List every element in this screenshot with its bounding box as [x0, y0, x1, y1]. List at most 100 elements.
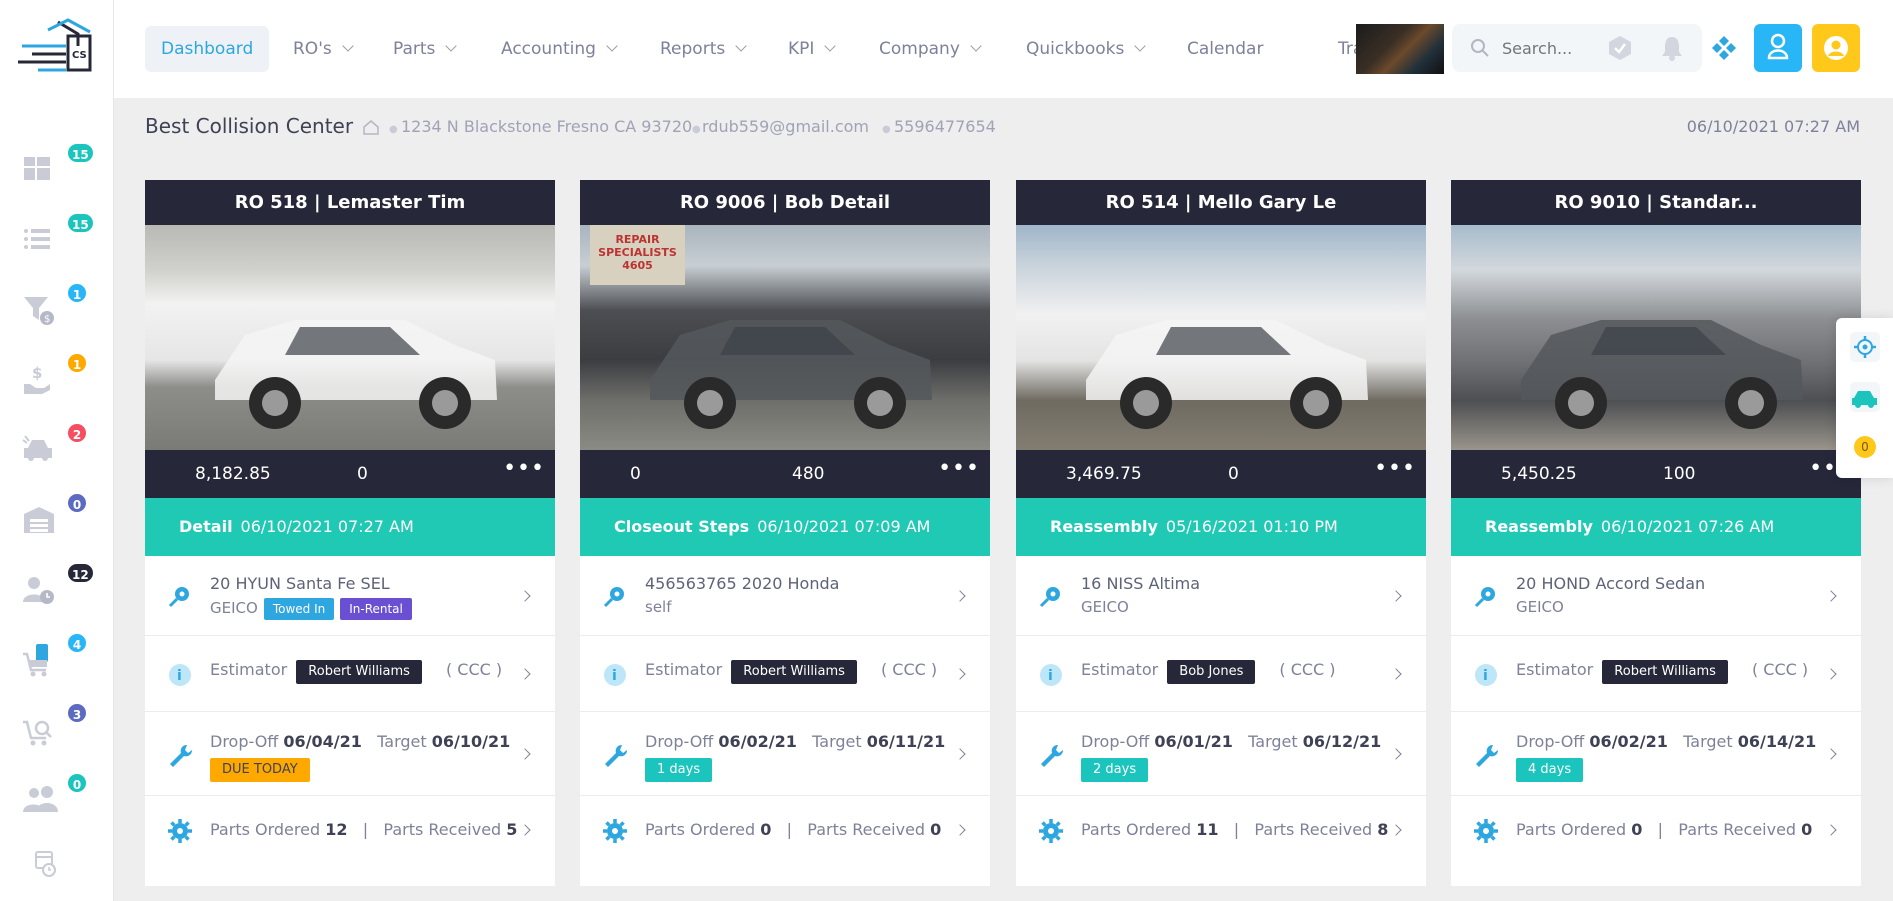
nav-kpi[interactable]: KPI — [788, 26, 837, 72]
parts-received-label: Parts Received — [383, 820, 502, 839]
ro-card[interactable]: RO 9006 | Bob Detail REPAIR SPECIALISTS … — [580, 180, 990, 886]
sidebar-item-list[interactable]: 15 — [22, 212, 95, 262]
ro-stage-date: 06/10/2021 07:27 AM — [240, 517, 414, 536]
sidebar-badge: 15 — [66, 142, 95, 164]
shield-check-icon[interactable] — [1606, 34, 1634, 62]
vehicle-row[interactable]: 20 HOND Accord Sedan GEICO — [1451, 556, 1861, 636]
vehicle-description: 16 NISS Altima — [1081, 574, 1201, 593]
nav-company[interactable]: Company — [879, 26, 982, 72]
parts-ordered-label: Parts Ordered — [1516, 820, 1627, 839]
parts-row[interactable]: Parts Ordered 11 | Parts Received 8 — [1016, 796, 1426, 866]
profile-button[interactable] — [1754, 24, 1802, 72]
ro-stage-bar[interactable]: Reassembly 06/10/2021 07:26 AM — [1451, 498, 1861, 556]
nav-parts[interactable]: Parts — [393, 26, 458, 72]
ro-summary-bar: 5,450.25 100 ••• — [1451, 450, 1861, 498]
dropoff-label: Drop-Off — [1516, 732, 1585, 751]
chevron-right-icon — [954, 748, 966, 760]
chevron-right-icon — [519, 668, 531, 680]
parts-ordered-count: 12 — [325, 820, 348, 839]
more-options-icon[interactable]: ••• — [1374, 456, 1416, 481]
ro-card-title[interactable]: RO 9010 | Standar... — [1451, 180, 1861, 225]
vehicle-photo[interactable]: REPAIR SPECIALISTS 4605 — [580, 225, 990, 450]
sidebar-item-dashboard[interactable]: 15 — [22, 142, 95, 192]
parts-row[interactable]: Parts Ordered 12 | Parts Received 5 — [145, 796, 555, 866]
more-options-icon[interactable]: ••• — [503, 456, 545, 481]
sidebar-item-filter-dollar[interactable]: $ 1 — [22, 282, 88, 332]
sidebar-item-parts-search[interactable]: 3 — [22, 702, 88, 752]
quick-panel-badge[interactable]: 0 — [1854, 436, 1876, 458]
nav-accounting[interactable]: Accounting — [501, 26, 618, 72]
vehicle-row[interactable]: 16 NISS Altima GEICO — [1016, 556, 1426, 636]
parts-received-count: 8 — [1377, 820, 1389, 839]
due-badge: 2 days — [1081, 758, 1149, 782]
parts-ordered-count: 0 — [760, 820, 772, 839]
vehicle-photo[interactable] — [1016, 225, 1426, 450]
home-icon[interactable] — [362, 118, 380, 136]
ro-card-title[interactable]: RO 518 | Lemaster Tim — [145, 180, 555, 225]
nav-reports[interactable]: Reports — [660, 26, 747, 72]
sidebar-item-payments[interactable]: $ 1 — [22, 352, 88, 402]
ro-card-title[interactable]: RO 514 | Mello Gary Le — [1016, 180, 1426, 225]
estimator-row[interactable]: i Estimator Robert Williams ( CCC ) — [145, 636, 555, 712]
vehicle-photo[interactable] — [1451, 225, 1861, 450]
car-crash-icon — [22, 435, 52, 461]
ro-card[interactable]: RO 514 | Mello Gary Le 3,469.75 0 ••• Re… — [1016, 180, 1426, 886]
sidebar-item-calendar[interactable] — [22, 842, 82, 886]
sidebar-item-employees-time[interactable]: 12 — [22, 562, 95, 612]
account-button[interactable] — [1812, 24, 1860, 72]
more-options-icon[interactable]: ••• — [938, 456, 980, 481]
parts-row[interactable]: Parts Ordered 0 | Parts Received 0 — [1451, 796, 1861, 866]
chevron-right-icon — [1390, 824, 1402, 836]
nav-calendar[interactable]: Calendar — [1187, 26, 1263, 72]
dropoff-label: Drop-Off — [210, 732, 279, 751]
nav-label: Parts — [393, 39, 436, 59]
vehicle-row[interactable]: 20 HYUN Santa Fe SEL GEICO Towed In In-Ren… — [145, 556, 555, 636]
vehicle-row[interactable]: 456563765 2020 Honda self — [580, 556, 990, 636]
gear-icon — [1854, 336, 1876, 358]
sidebar-item-mobile-orders[interactable]: 4 — [22, 632, 88, 682]
vehicle-button[interactable] — [1850, 382, 1880, 412]
target-date: 06/11/21 — [866, 732, 946, 751]
estimator-row[interactable]: i Estimator Bob Jones ( CCC ) — [1016, 636, 1426, 712]
due-badge: 4 days — [1516, 758, 1584, 782]
dates-row[interactable]: Drop-Off 06/02/21 Target 06/14/21 4 days — [1451, 712, 1861, 796]
ro-hours: 100 — [1663, 464, 1696, 484]
notification-bell-icon[interactable] — [1658, 34, 1686, 62]
nav-ros[interactable]: RO's — [293, 26, 354, 72]
ro-card[interactable]: RO 518 | Lemaster Tim 8,182.85 0 ••• Det… — [145, 180, 555, 886]
sidebar-badge: 0 — [66, 492, 88, 514]
ro-amount: 5,450.25 — [1501, 464, 1577, 484]
apps-diamond-icon[interactable] — [1710, 34, 1738, 62]
ro-stage-date: 05/16/2021 01:10 PM — [1165, 517, 1338, 536]
dropoff-label: Drop-Off — [1081, 732, 1150, 751]
dates-row[interactable]: Drop-Off 06/04/21 Target 06/10/21 DUE TO… — [145, 712, 555, 796]
ro-stage-bar[interactable]: Reassembly 05/16/2021 01:10 PM — [1016, 498, 1426, 556]
ro-stage-bar[interactable]: Detail 06/10/2021 07:27 AM — [145, 498, 555, 556]
vehicle-photo[interactable] — [145, 225, 555, 450]
info-icon: i — [1040, 664, 1062, 686]
video-thumbnail[interactable] — [1356, 24, 1444, 74]
sidebar-item-collisions[interactable]: 2 — [22, 422, 88, 472]
ro-card[interactable]: RO 9010 | Standar... 5,450.25 100 ••• Re… — [1451, 180, 1861, 886]
dates-row[interactable]: Drop-Off 06/02/21 Target 06/11/21 1 days — [580, 712, 990, 796]
sidebar-item-warehouse[interactable]: 0 — [22, 492, 88, 542]
nav-dashboard[interactable]: Dashboard — [145, 26, 270, 72]
parts-row[interactable]: Parts Ordered 0 | Parts Received 0 — [580, 796, 990, 866]
estimator-badge: Robert Williams — [731, 660, 857, 684]
nav-quickbooks[interactable]: Quickbooks — [1026, 26, 1147, 72]
ro-card-title[interactable]: RO 9006 | Bob Detail — [580, 180, 990, 225]
company-logo[interactable]: CS — [18, 16, 108, 80]
list-icon — [24, 229, 50, 249]
sidebar-item-customers[interactable]: 0 — [22, 772, 88, 822]
ro-stage-bar[interactable]: Closeout Steps 06/10/2021 07:09 AM — [580, 498, 990, 556]
dates-row[interactable]: Drop-Off 06/01/21 Target 06/12/21 2 days — [1016, 712, 1426, 796]
insurer-line: GEICO — [1081, 598, 1129, 616]
ro-hours: 0 — [1228, 464, 1239, 484]
insurer-name: GEICO — [1516, 598, 1564, 616]
settings-button[interactable] — [1850, 332, 1880, 362]
dashboard-grid-icon — [24, 157, 50, 180]
estimator-row[interactable]: i Estimator Robert Williams ( CCC ) — [1451, 636, 1861, 712]
target-date: 06/12/21 — [1302, 732, 1382, 751]
estimator-row[interactable]: i Estimator Robert Williams ( CCC ) — [580, 636, 990, 712]
chevron-down-icon — [824, 40, 837, 52]
